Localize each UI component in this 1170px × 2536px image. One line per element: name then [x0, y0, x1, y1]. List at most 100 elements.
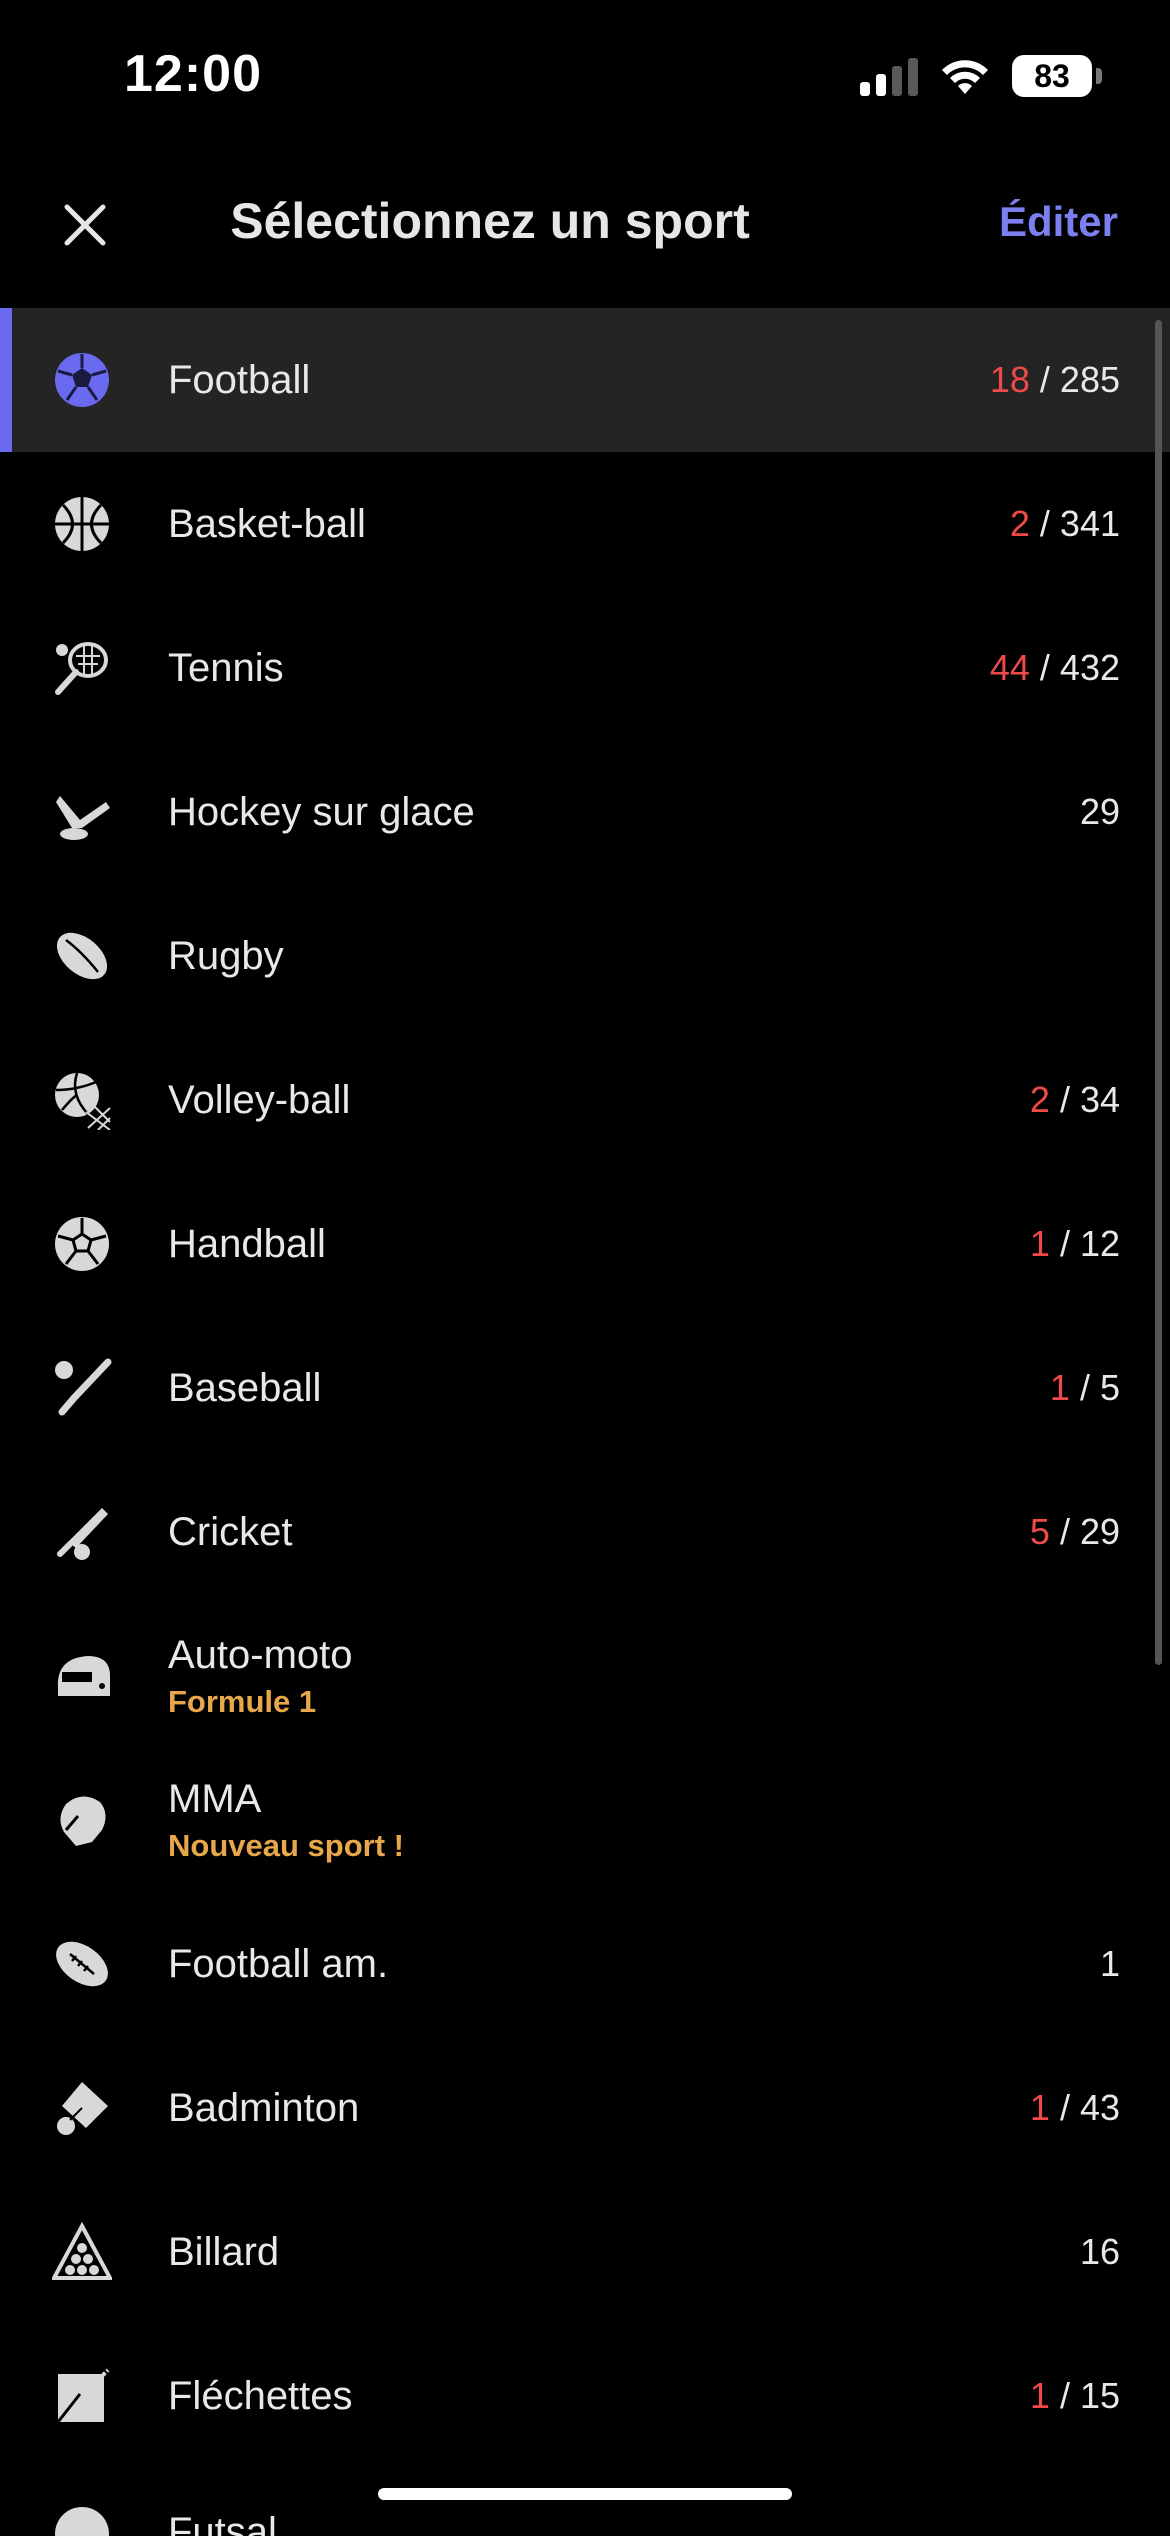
sport-name: Billard [168, 2229, 280, 2274]
sport-name: Football [168, 357, 311, 402]
sport-item-cricket[interactable]: Cricket 5/29 [0, 1460, 1170, 1604]
sport-list: Football 18/285 Basket-ball 2/341 Tennis 44/4… [0, 308, 1170, 2468]
battery-icon: 83 [1012, 55, 1102, 97]
total-count: 29 [1079, 791, 1120, 832]
sport-name: Handball [168, 1221, 326, 1266]
event-counts: 2/341 [1010, 452, 1120, 596]
status-time: 12:00 [124, 45, 262, 103]
sport-item-badminton[interactable]: Badminton 1/43 [0, 2036, 1170, 2180]
cricket-icon [57, 1508, 108, 1560]
sport-name: Volley-ball [168, 1077, 351, 1122]
battery-level: 83 [1034, 57, 1070, 94]
event-counts: 2/34 [1030, 1028, 1120, 1172]
live-count: 1 [1049, 1367, 1070, 1408]
scrollbar[interactable] [1155, 320, 1162, 1665]
sport-item-football[interactable]: Football 18/285 [0, 308, 1170, 452]
live-count: 18 [989, 359, 1030, 400]
baseball-icon [55, 1358, 112, 1416]
live-count: 1 [1029, 2375, 1050, 2416]
sport-subtitle: Nouveau sport ! [168, 1827, 404, 1863]
sport-name: Football am. [168, 1941, 389, 1986]
sport-item-basket-ball[interactable]: Basket-ball 2/341 [0, 452, 1170, 596]
sport-item-football-am-[interactable]: Football am. 1 [0, 1892, 1170, 2036]
event-counts: 29 [1080, 740, 1120, 884]
sport-name: Basket-ball [168, 501, 366, 546]
count-separator: / [1059, 2087, 1070, 2128]
hockey-icon [56, 796, 110, 840]
header: Sélectionnez un sport Éditer [0, 160, 1170, 290]
count-separator: / [1059, 1511, 1070, 1552]
sport-item-handball[interactable]: Handball 1/12 [0, 1172, 1170, 1316]
sport-item-baseball[interactable]: Baseball 1/5 [0, 1316, 1170, 1460]
sport-name: Rugby [168, 933, 284, 978]
basketball-icon [55, 497, 109, 551]
total-count: 29 [1079, 1511, 1120, 1552]
darts-icon [56, 2367, 111, 2423]
total-count: 285 [1059, 359, 1120, 400]
event-counts: 18/285 [990, 308, 1120, 452]
football-icon [55, 353, 109, 407]
american-football-icon [56, 1941, 108, 1987]
sport-name-partial: Futsal [168, 2510, 277, 2536]
sport-labels: Rugby [168, 884, 284, 1028]
sport-labels: Football am. [168, 1892, 388, 2036]
sport-labels: Baseball [168, 1316, 321, 1460]
sport-item-mma[interactable]: MMA Nouveau sport ! [0, 1748, 1170, 1892]
event-counts: 1/12 [1030, 1172, 1120, 1316]
cellular-signal-icon [860, 56, 918, 96]
event-counts: 1/5 [1050, 1316, 1120, 1460]
sport-item-auto-moto[interactable]: Auto-moto Formule 1 [0, 1604, 1170, 1748]
total-count: 341 [1059, 503, 1120, 544]
billiard-icon [52, 2222, 112, 2280]
sport-item-volley-ball[interactable]: Volley-ball 2/34 [0, 1028, 1170, 1172]
sport-labels: MMA Nouveau sport ! [168, 1748, 404, 1892]
live-count: 44 [989, 647, 1030, 688]
event-counts: 44/432 [990, 596, 1120, 740]
status-bar: 12:00 83 [0, 0, 1170, 160]
sport-labels: Volley-ball [168, 1028, 350, 1172]
total-count: 16 [1079, 2231, 1120, 2272]
sport-name: MMA [168, 1776, 262, 1821]
volleyball-icon [55, 1072, 111, 1130]
sport-labels: Fléchettes [168, 2324, 353, 2468]
count-separator: / [1039, 359, 1050, 400]
event-counts: 1 [1100, 1892, 1120, 2036]
sport-item-billard[interactable]: Billard 16 [0, 2180, 1170, 2324]
sport-name: Fléchettes [168, 2373, 353, 2418]
sport-name: Cricket [168, 1509, 293, 1554]
sport-labels: Badminton [168, 2036, 359, 2180]
helmet-icon [57, 1656, 110, 1696]
sport-item-fl-chettes[interactable]: Fléchettes 1/15 [0, 2324, 1170, 2468]
sport-name: Tennis [168, 645, 284, 690]
sport-name: Auto-moto [168, 1632, 353, 1677]
count-separator: / [1079, 1367, 1090, 1408]
home-indicator[interactable] [378, 2488, 792, 2500]
page-title: Sélectionnez un sport [230, 193, 750, 249]
sport-name: Badminton [168, 2085, 360, 2130]
count-separator: / [1059, 2375, 1070, 2416]
handball-icon [55, 1217, 109, 1271]
live-count: 1 [1029, 2087, 1050, 2128]
live-count: 2 [1029, 1079, 1050, 1120]
sport-name: Baseball [168, 1365, 322, 1410]
rugby-icon [56, 932, 108, 980]
edit-button[interactable]: Éditer [999, 198, 1118, 246]
event-counts: 1/43 [1030, 2036, 1120, 2180]
sport-labels: Cricket [168, 1460, 292, 1604]
list-item-partial[interactable]: Futsal [0, 2496, 1170, 2536]
sport-name: Hockey sur glace [168, 789, 475, 834]
total-count: 15 [1079, 2375, 1120, 2416]
sport-labels: Hockey sur glace [168, 740, 475, 884]
total-count: 1 [1099, 1943, 1120, 1984]
sport-item-rugby[interactable]: Rugby [0, 884, 1170, 1028]
event-counts: 16 [1080, 2180, 1120, 2324]
count-separator: / [1059, 1223, 1070, 1264]
sport-subtitle: Formule 1 [168, 1683, 317, 1719]
sport-labels: Tennis [168, 596, 284, 740]
sport-item-tennis[interactable]: Tennis 44/432 [0, 596, 1170, 740]
total-count: 34 [1079, 1079, 1120, 1120]
count-separator: / [1059, 1079, 1070, 1120]
sport-item-hockey-sur-glace[interactable]: Hockey sur glace 29 [0, 740, 1170, 884]
shuttlecock-icon [57, 2082, 108, 2135]
boxing-glove-icon [60, 1796, 106, 1846]
